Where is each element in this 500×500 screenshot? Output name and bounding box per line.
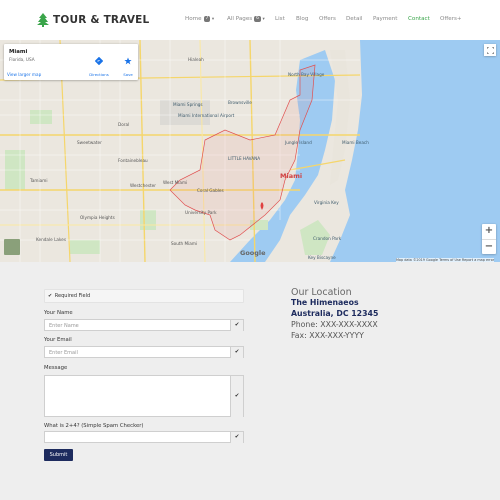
label-miami-city: Miami: [280, 172, 303, 180]
location-name: The Himenaeos: [291, 298, 359, 307]
label-miami-springs: Miami Springs: [173, 102, 203, 107]
email-input[interactable]: [45, 347, 231, 358]
label-hialeah: Hialeah: [188, 57, 204, 62]
label-university-park: University Park: [185, 210, 217, 215]
label-little-havana: LITTLE HAVANA: [228, 156, 261, 161]
nav-home-label: Home: [185, 16, 202, 22]
star-icon: [124, 57, 132, 65]
label-west-miami: West Miami: [163, 180, 188, 185]
nav-home[interactable]: Home 7 ▾: [185, 16, 214, 22]
spam-check-input[interactable]: [45, 432, 231, 443]
label-tamiami: Tamiami: [30, 178, 48, 183]
location-phone: Phone: XXX-XXX-XXXX: [291, 320, 378, 329]
fullscreen-icon: [486, 46, 494, 54]
nav-payment[interactable]: Payment: [373, 16, 398, 22]
label-jungle-island: Jungle Island: [285, 140, 312, 145]
check-icon: ✔: [230, 347, 243, 358]
nav-all-pages[interactable]: All Pages 6 ▾: [227, 16, 265, 22]
zoom-controls: + −: [482, 224, 496, 254]
save-label: Save: [123, 72, 133, 77]
check-icon: ✔: [230, 376, 243, 417]
nav-detail[interactable]: Detail: [346, 16, 362, 22]
nav-blog[interactable]: Blog: [296, 16, 308, 22]
zoom-out-button[interactable]: −: [482, 239, 496, 254]
message-textarea[interactable]: [45, 376, 231, 417]
label-north-bay: North Bay Village: [288, 72, 325, 77]
zoom-out-icon: −: [484, 241, 494, 252]
label-airport: Miami International Airport: [178, 113, 235, 118]
pegman-icon[interactable]: [4, 239, 20, 255]
label-olympia: Olympia Heights: [80, 215, 115, 220]
spam-check-field: ✔: [44, 431, 244, 443]
label-south-miami: South Miami: [171, 241, 198, 246]
nav-offers-plus[interactable]: Offers+: [440, 16, 462, 22]
fullscreen-button[interactable]: [484, 44, 496, 56]
label-brownsville: Brownsville: [228, 100, 252, 105]
caret-down-icon: ▾: [211, 16, 215, 22]
nav-all-pages-badge: 6: [254, 16, 262, 22]
location-title: Our Location: [291, 287, 352, 298]
check-icon: ✔: [230, 432, 243, 443]
nav-contact[interactable]: Contact: [408, 16, 430, 22]
label-virginia-key: Virginia Key: [314, 200, 339, 205]
directions-label: Directions: [89, 72, 109, 77]
view-larger-map-link[interactable]: View larger map: [7, 72, 41, 77]
check-icon: ✔: [48, 293, 53, 299]
main-nav: Home 7 ▾ All Pages 6 ▾ List Blog Offers …: [0, 16, 500, 26]
nav-list[interactable]: List: [275, 16, 285, 22]
spam-check-label: What is 2+4? (Simple Spam Checker): [44, 423, 144, 429]
nav-home-badge: 7: [203, 16, 211, 22]
name-input[interactable]: [45, 320, 231, 331]
directions-button[interactable]: Directions: [87, 50, 111, 77]
required-note-label: Required Field: [54, 293, 91, 299]
label-key-biscayne: Key Biscayne: [308, 255, 336, 260]
label-miami-beach: Miami Beach: [342, 140, 369, 145]
save-button[interactable]: Save: [118, 50, 138, 77]
message-field: ✔: [44, 375, 244, 417]
google-logo: Google: [240, 249, 266, 257]
label-doral: Doral: [118, 122, 130, 127]
required-field-text: ✔ Required Field: [48, 293, 90, 299]
label-coral-gables: Coral Gables: [197, 188, 224, 193]
zoom-in-button[interactable]: +: [482, 224, 496, 239]
nav-all-pages-label: All Pages: [227, 16, 253, 22]
card-place: Miami: [9, 49, 28, 55]
caret-down-icon: ▾: [262, 16, 265, 22]
directions-icon: [94, 56, 104, 66]
label-westchester: Westchester: [130, 183, 156, 188]
map-info-card: Miami Florida, USA View larger map Direc…: [4, 44, 138, 80]
label-sweetwater: Sweetwater: [77, 140, 102, 145]
label-kendale-lakes: Kendale Lakes: [36, 237, 66, 242]
submit-button[interactable]: Submit: [44, 449, 73, 461]
label-fontainebleau: Fontainebleau: [118, 158, 148, 163]
label-crandon-park: Crandon Park: [313, 236, 342, 241]
location-city: Australia, DC 12345: [291, 309, 379, 318]
name-field: ✔: [44, 319, 244, 331]
email-label: Your Email: [44, 337, 72, 343]
check-icon: ✔: [230, 320, 243, 331]
message-label: Message: [44, 365, 68, 371]
zoom-in-icon: +: [484, 225, 494, 236]
name-label: Your Name: [44, 310, 73, 316]
nav-offers[interactable]: Offers: [319, 16, 336, 22]
header: TOUR & TRAVEL Home 7 ▾ All Pages 6 ▾ Lis…: [0, 0, 500, 40]
map-embed[interactable]: Hialeah North Bay Village Miami Springs …: [0, 40, 500, 262]
required-field-note: ✔ Required Field: [44, 289, 244, 303]
card-region: Florida, USA: [9, 57, 35, 62]
location-fax: Fax: XXX-XXX-YYYY: [291, 331, 364, 340]
email-field: ✔: [44, 346, 244, 358]
